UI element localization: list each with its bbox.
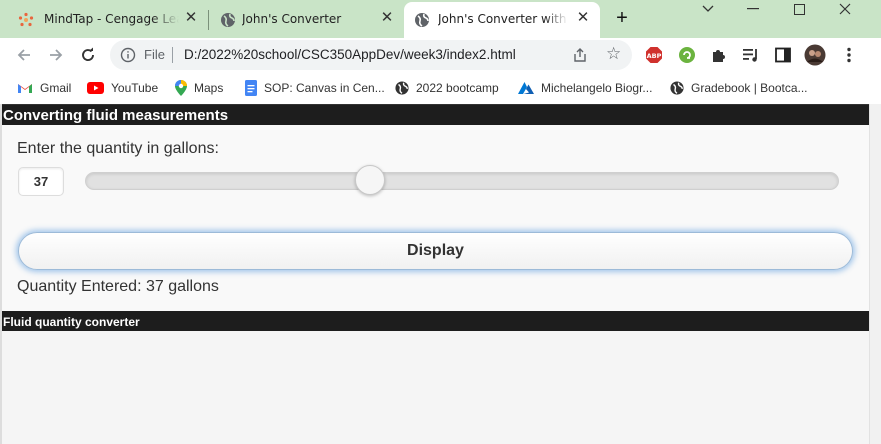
bookmarks-bar: Gmail YouTube Maps SOP: Canvas in Cen...… bbox=[0, 72, 881, 104]
bookmark-label: Gradebook | Bootca... bbox=[691, 81, 808, 95]
maps-icon bbox=[175, 80, 187, 96]
info-icon[interactable] bbox=[120, 47, 136, 63]
back-arrow-icon[interactable] bbox=[12, 43, 36, 67]
browser-toolbar: File D:/2022%20school/CSC350AppDev/week3… bbox=[0, 38, 881, 72]
bookmark-label: Gmail bbox=[40, 81, 72, 95]
mindtap-icon bbox=[18, 12, 34, 27]
share-icon[interactable] bbox=[572, 47, 588, 63]
globe-icon bbox=[221, 13, 235, 27]
page-scrollbar[interactable] bbox=[869, 104, 881, 444]
page-header: Converting fluid measurements bbox=[0, 104, 869, 125]
globe-icon bbox=[395, 81, 409, 95]
globe-icon bbox=[670, 81, 684, 95]
quantity-slider-thumb[interactable] bbox=[355, 165, 386, 195]
page-left-edge bbox=[0, 104, 2, 444]
sidepanel-icon[interactable] bbox=[774, 46, 792, 64]
close-tab-icon[interactable]: ✕ bbox=[182, 9, 200, 27]
scheme-label: File bbox=[144, 47, 165, 62]
bookmark-label: 2022 bootcamp bbox=[416, 81, 499, 95]
minimize-icon[interactable] bbox=[730, 0, 776, 18]
tab-title: John's Converter with Slider bbox=[438, 12, 568, 26]
tab-title: MindTap - Cengage Learning bbox=[44, 12, 179, 26]
quantity-slider-track[interactable] bbox=[85, 172, 839, 190]
bookmark-label: SOP: Canvas in Cen... bbox=[264, 81, 385, 95]
gmail-icon bbox=[18, 84, 32, 93]
url-text[interactable]: D:/2022%20school/CSC350AppDev/week3/inde… bbox=[184, 47, 516, 62]
svg-text:ABP: ABP bbox=[647, 52, 662, 60]
converter-content: Enter the quantity in gallons: Display Q… bbox=[0, 125, 869, 311]
media-control-icon[interactable] bbox=[742, 46, 760, 64]
bookmark-maps[interactable]: Maps bbox=[175, 79, 223, 97]
quantity-input[interactable] bbox=[18, 167, 64, 196]
tab-strip: MindTap - Cengage Learning ✕ John's Conv… bbox=[0, 0, 881, 38]
result-text: Quantity Entered: 37 gallons bbox=[17, 278, 219, 295]
quantity-prompt-label: Enter the quantity in gallons: bbox=[17, 140, 219, 157]
bookmark-gmail[interactable]: Gmail bbox=[17, 79, 71, 97]
globe-icon bbox=[415, 13, 429, 27]
youtube-icon bbox=[87, 82, 104, 94]
footer-title: Fluid quantity converter bbox=[3, 315, 140, 329]
address-bar[interactable]: File D:/2022%20school/CSC350AppDev/week3… bbox=[110, 40, 632, 70]
azure-icon bbox=[518, 81, 534, 94]
bookmark-youtube[interactable]: YouTube bbox=[87, 79, 158, 97]
page-viewport: Converting fluid measurements Enter the … bbox=[0, 104, 869, 444]
tab-mindtap[interactable]: MindTap - Cengage Learning ✕ bbox=[0, 2, 205, 38]
bookmark-2022-bootcamp[interactable]: 2022 bootcamp bbox=[395, 79, 499, 97]
close-tab-icon[interactable]: ✕ bbox=[574, 9, 592, 27]
bookmark-label: Michelangelo Biogr... bbox=[541, 81, 653, 95]
bookmark-gradebook[interactable]: Gradebook | Bootca... bbox=[670, 79, 808, 97]
tab-title: John's Converter bbox=[242, 12, 342, 26]
docs-icon bbox=[245, 80, 257, 96]
bookmark-michelangelo[interactable]: Michelangelo Biogr... bbox=[518, 79, 652, 97]
page-footer: Fluid quantity converter bbox=[0, 311, 869, 331]
forward-arrow-icon[interactable] bbox=[44, 43, 68, 67]
bookmark-label: Maps bbox=[194, 81, 224, 95]
profile-avatar[interactable] bbox=[804, 44, 826, 66]
tab-johns-converter[interactable]: John's Converter ✕ bbox=[210, 2, 402, 38]
tab-search-chevron-icon[interactable] bbox=[685, 0, 731, 18]
bookmark-star-icon[interactable]: ☆ bbox=[606, 45, 621, 63]
display-button[interactable]: Display bbox=[18, 232, 853, 270]
menu-dots-icon[interactable] bbox=[840, 46, 858, 64]
grammarly-icon[interactable] bbox=[678, 46, 696, 64]
close-window-icon[interactable] bbox=[822, 0, 868, 18]
bookmark-label: YouTube bbox=[111, 81, 159, 95]
abp-icon[interactable]: ABP bbox=[645, 46, 663, 64]
tab-separator bbox=[208, 10, 209, 30]
address-divider bbox=[172, 47, 173, 63]
page-title: Converting fluid measurements bbox=[3, 107, 229, 124]
close-tab-icon[interactable]: ✕ bbox=[378, 9, 396, 27]
reload-icon[interactable] bbox=[76, 43, 100, 67]
bookmark-sop-canvas[interactable]: SOP: Canvas in Cen... bbox=[245, 79, 385, 97]
tab-johns-converter-slider[interactable]: John's Converter with Slider ✕ bbox=[404, 2, 600, 38]
puzzle-icon[interactable] bbox=[710, 46, 728, 64]
new-tab-button[interactable]: + bbox=[612, 8, 632, 28]
maximize-icon[interactable] bbox=[776, 0, 822, 18]
